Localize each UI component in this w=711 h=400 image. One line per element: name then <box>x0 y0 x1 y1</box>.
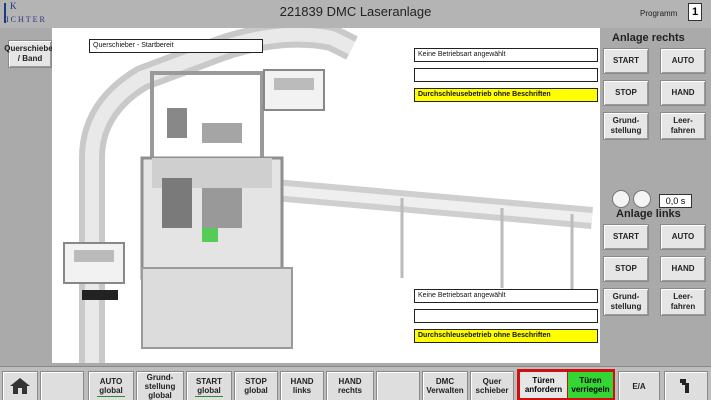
empty-left-button[interactable]: Leer- fahren <box>660 288 706 316</box>
home-icon <box>10 378 30 394</box>
footer-toolbar: AUTO global Grund- stellung global START… <box>0 366 711 400</box>
program-label: Programm <box>640 9 678 18</box>
home-right-button[interactable]: Grund- stellung <box>603 112 649 140</box>
auto-global-label: AUTO global <box>99 377 123 395</box>
section-anlage-links: Anlage links <box>616 208 681 220</box>
stop-right-button[interactable]: STOP <box>603 80 649 106</box>
header-bar: K ICHTER 221839 DMC Laseranlage Programm… <box>0 0 711 28</box>
auto-left-button[interactable]: AUTO <box>660 224 706 250</box>
mode-display-left: Keine Betriebsart angewählt <box>414 289 598 303</box>
auto-right-button[interactable]: AUTO <box>660 48 706 74</box>
tools-button[interactable] <box>664 371 708 400</box>
dmc-verwalten-button[interactable]: DMC Verwalten <box>422 371 468 400</box>
empty-right-button[interactable]: Leer- fahren <box>660 112 706 140</box>
doors-request-button[interactable]: Türen anfordern <box>520 372 567 398</box>
home-button[interactable] <box>2 371 38 400</box>
home-global-label: Grund- stellung global <box>144 372 176 400</box>
io-button[interactable]: E/A <box>618 371 660 400</box>
querschieber-status: Querschieber - Startbereit <box>89 39 263 53</box>
auto-global-button[interactable]: AUTO global <box>88 371 134 400</box>
wrench-icon <box>680 379 689 393</box>
hand-right-button[interactable]: HAND <box>660 80 706 106</box>
section-anlage-rechts: Anlage rechts <box>612 32 685 44</box>
program-number: 1 <box>688 3 702 21</box>
message-display-right <box>414 68 598 82</box>
message-display-left <box>414 309 598 323</box>
doors-lock-button[interactable]: Türen verriegeln <box>568 372 613 398</box>
start-global-button[interactable]: START global <box>186 371 232 400</box>
stop-global-button[interactable]: STOP global <box>234 371 278 400</box>
querschieber-band-button[interactable]: Querschieber / Band <box>4 40 56 68</box>
indicator-lamp-2 <box>633 190 651 208</box>
indicator-lamp-1 <box>612 190 630 208</box>
hand-rechts-button[interactable]: HAND rechts <box>326 371 374 400</box>
hand-links-button[interactable]: HAND links <box>280 371 324 400</box>
start-global-label: START global <box>195 377 223 395</box>
page-title: 221839 DMC Laseranlage <box>279 4 432 19</box>
start-right-button[interactable]: START <box>603 48 649 74</box>
mode-info-left: Durchschleusebetrieb ohne Beschriften <box>414 329 598 343</box>
stop-left-button[interactable]: STOP <box>603 256 649 282</box>
hand-left-button[interactable]: HAND <box>660 256 706 282</box>
querschieber-button[interactable]: Quer schieber <box>470 371 514 400</box>
start-left-button[interactable]: START <box>603 224 649 250</box>
home-global-button[interactable]: Grund- stellung global <box>136 371 184 400</box>
home-left-button[interactable]: Grund- stellung <box>603 288 649 316</box>
mode-info-right: Durchschleusebetrieb ohne Beschriften <box>414 88 598 102</box>
cycle-time-display: 0,0 s <box>659 194 692 208</box>
footer-empty-1[interactable] <box>40 371 84 400</box>
footer-empty-2[interactable] <box>376 371 420 400</box>
mode-display-right: Keine Betriebsart angewählt <box>414 48 598 62</box>
door-control-group: Türen anfordern Türen verriegeln <box>517 369 615 400</box>
